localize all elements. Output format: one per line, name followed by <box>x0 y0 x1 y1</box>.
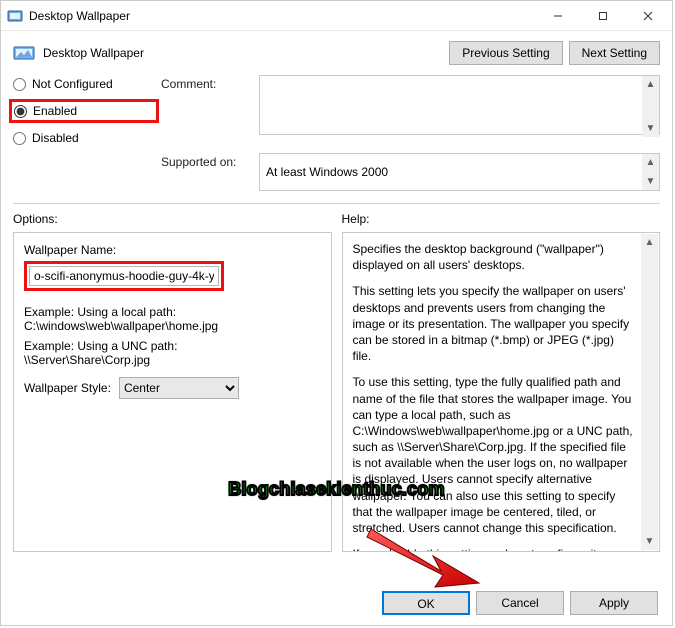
close-button[interactable] <box>625 1 670 30</box>
titlebar: Desktop Wallpaper <box>1 1 672 31</box>
comment-textarea[interactable] <box>259 75 660 135</box>
enabled-highlight: Enabled <box>9 99 159 123</box>
help-panel: ▲ ▼ Specifies the desktop background ("w… <box>342 232 661 552</box>
radio-not-configured[interactable]: Not Configured <box>13 77 153 91</box>
maximize-button[interactable] <box>580 1 625 30</box>
radio-disabled-input[interactable] <box>13 132 26 145</box>
minimize-button[interactable] <box>535 1 580 30</box>
wallpaper-icon <box>13 44 35 62</box>
ok-button[interactable]: OK <box>382 591 470 615</box>
help-label: Help: <box>342 212 661 226</box>
next-setting-button[interactable]: Next Setting <box>569 41 660 65</box>
divider <box>13 203 660 204</box>
dialog-button-bar: OK Cancel Apply <box>382 591 658 615</box>
wallpaper-style-label: Wallpaper Style: <box>24 381 111 395</box>
supported-on-label: Supported on: <box>161 153 251 169</box>
supported-on-field <box>259 153 660 191</box>
previous-setting-button[interactable]: Previous Setting <box>449 41 562 65</box>
radio-enabled-label: Enabled <box>33 104 77 118</box>
example-local-label: Example: Using a local path: <box>24 305 321 319</box>
cancel-button[interactable]: Cancel <box>476 591 564 615</box>
radio-disabled[interactable]: Disabled <box>13 131 153 145</box>
wallpaper-name-input[interactable] <box>29 266 219 286</box>
page-title: Desktop Wallpaper <box>43 46 144 60</box>
header-row: Desktop Wallpaper Previous Setting Next … <box>13 41 660 65</box>
state-radio-group: Not Configured Enabled Disabled <box>13 75 153 145</box>
wallpaper-name-highlight <box>24 261 224 291</box>
options-label: Options: <box>13 212 332 226</box>
comment-label: Comment: <box>161 75 251 91</box>
example-unc-label: Example: Using a UNC path: <box>24 339 321 353</box>
scroll-down-icon[interactable]: ▼ <box>642 120 659 137</box>
supported-on-wrap: ▲ ▼ <box>259 153 660 191</box>
radio-not-configured-label: Not Configured <box>32 77 113 91</box>
help-paragraph: This setting lets you specify the wallpa… <box>353 283 636 364</box>
help-paragraph: To use this setting, type the fully qual… <box>353 374 636 536</box>
example-unc-path: \\Server\Share\Corp.jpg <box>24 353 321 367</box>
help-text: Specifies the desktop background ("wallp… <box>353 241 636 552</box>
help-scrollbar[interactable]: ▲ ▼ <box>641 234 658 550</box>
supported-scrollbar[interactable]: ▲ ▼ <box>642 154 659 190</box>
wallpaper-name-label: Wallpaper Name: <box>24 243 321 257</box>
example-local-path: C:\windows\web\wallpaper\home.jpg <box>24 319 321 333</box>
comment-scrollbar[interactable]: ▲ ▼ <box>642 76 659 137</box>
wallpaper-style-select[interactable]: Center <box>119 377 239 399</box>
scroll-up-icon[interactable]: ▲ <box>642 154 659 171</box>
help-paragraph: Specifies the desktop background ("wallp… <box>353 241 636 273</box>
options-panel: Wallpaper Name: Example: Using a local p… <box>13 232 332 552</box>
help-paragraph: If you disable this setting or do not co… <box>353 546 636 552</box>
app-icon <box>7 8 23 24</box>
window-title: Desktop Wallpaper <box>29 9 130 23</box>
radio-enabled[interactable]: Enabled <box>14 104 150 118</box>
scroll-up-icon[interactable]: ▲ <box>641 234 658 251</box>
radio-enabled-input[interactable] <box>14 105 27 118</box>
radio-not-configured-input[interactable] <box>13 78 26 91</box>
comment-field-wrap: ▲ ▼ <box>259 75 660 138</box>
apply-button[interactable]: Apply <box>570 591 658 615</box>
dialog-window: Desktop Wallpaper Desktop Wallpaper Prev… <box>0 0 673 626</box>
scroll-up-icon[interactable]: ▲ <box>642 76 659 93</box>
scroll-down-icon[interactable]: ▼ <box>641 533 658 550</box>
radio-disabled-label: Disabled <box>32 131 79 145</box>
scroll-down-icon[interactable]: ▼ <box>642 173 659 190</box>
